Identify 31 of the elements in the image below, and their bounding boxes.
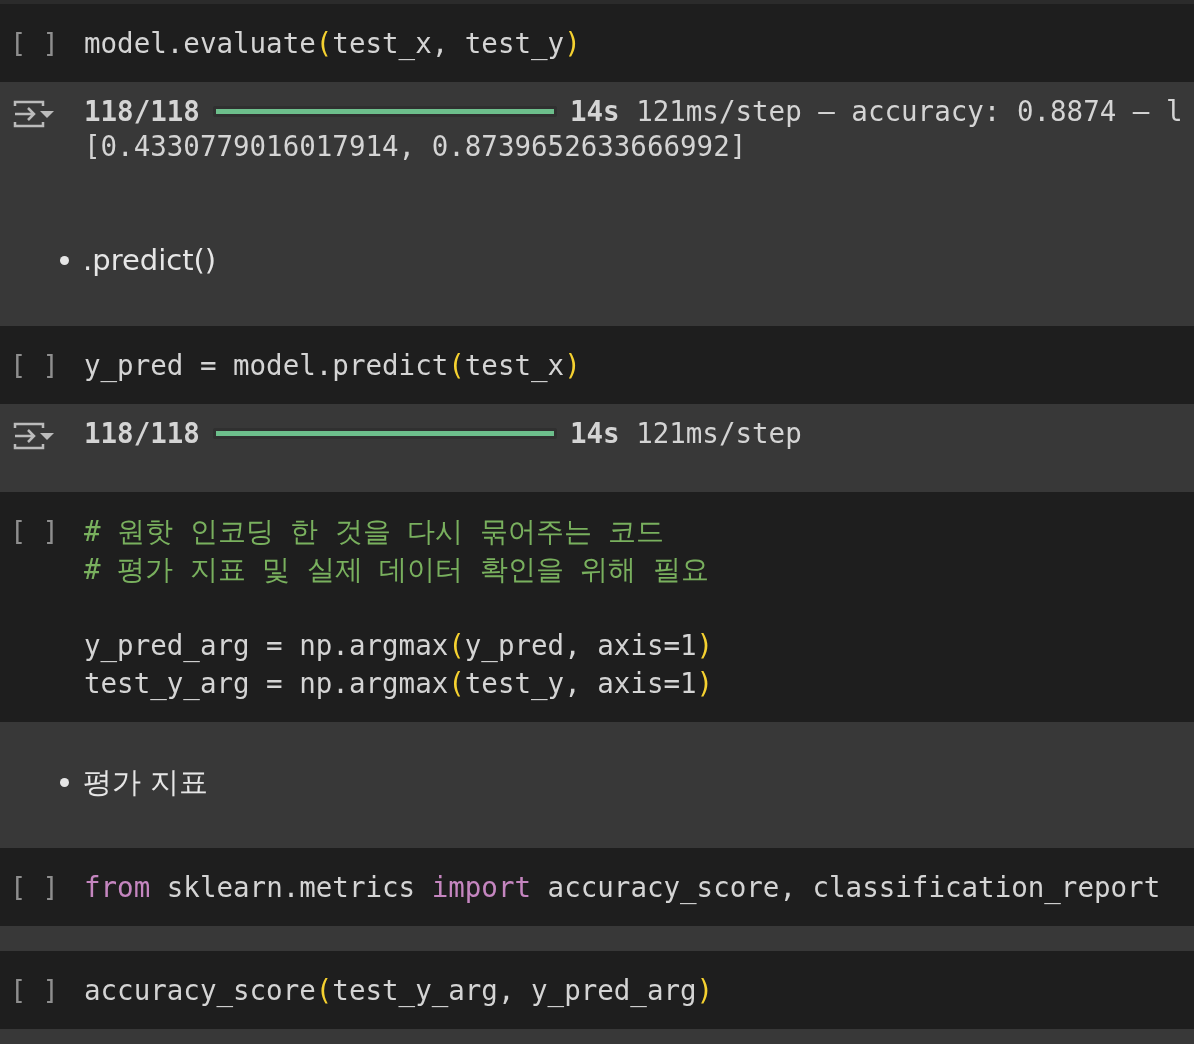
elapsed-time: 14s — [569, 416, 620, 451]
elapsed-time: 14s — [569, 94, 620, 129]
code-line: y_pred_arg = np.argmax(y_pred, axis=1) — [84, 628, 714, 664]
progress-details: 121ms/step — [635, 416, 802, 451]
run-cell-button[interactable]: [ ] — [0, 512, 84, 702]
output-toggle-icon[interactable] — [12, 420, 56, 452]
markdown-text: 평가 지표 — [83, 764, 209, 801]
output-text: [0.4330779016017914, 0.8739652633666992] — [84, 129, 747, 164]
bullet-dot — [60, 255, 69, 265]
run-cell-button[interactable]: [ ] — [0, 868, 84, 906]
code-cell[interactable]: [ ] # 원핫 인코딩 한 것을 다시 묶어주는 코드 # 평가 지표 및 실제 데이터 확인을 위해 필요 y_pred_arg = np.argmax(y_pred, axis=1) test_y_arg = np.argmax(test_y, axis=1) — [0, 492, 1194, 722]
progress-details: 121ms/step – accuracy: 0.8874 – l — [635, 94, 1183, 129]
code-line: # 원핫 인코딩 한 것을 다시 묶어주는 코드 — [84, 514, 666, 549]
code-cell[interactable]: [ ] y_pred = model.predict(test_x) — [0, 326, 1194, 404]
run-cell-button[interactable]: [ ] — [0, 346, 84, 384]
code-line: test_y_arg = np.argmax(test_y, axis=1) — [84, 666, 714, 702]
code-cell[interactable]: [ ] accuracy_score(test_y_arg, y_pred_arg) — [0, 951, 1194, 1029]
code-cell[interactable]: [ ] from sklearn.metrics import accuracy_score, classification_report — [0, 848, 1194, 926]
run-cell-button[interactable]: [ ] — [0, 24, 84, 62]
code-line: # 평가 지표 및 실제 데이터 확인을 위해 필요 — [84, 552, 710, 587]
output-toggle-icon[interactable] — [12, 98, 56, 130]
code-line: accuracy_score(test_y_arg, y_pred_arg) — [84, 973, 714, 1009]
step-count: 118/118 — [84, 416, 200, 451]
code-line: y_pred = model.predict(test_x) — [84, 348, 581, 384]
bullet-dot — [60, 777, 69, 787]
code-cell[interactable]: [ ] model.evaluate(test_x, test_y) — [0, 4, 1194, 82]
markdown-text: .predict() — [83, 242, 217, 279]
run-cell-button[interactable]: [ ] — [0, 971, 84, 1009]
step-count: 118/118 — [84, 94, 200, 129]
code-line: from sklearn.metrics import accuracy_score, classification_report — [84, 870, 1161, 906]
code-line: model.evaluate(test_x, test_y) — [84, 26, 581, 62]
